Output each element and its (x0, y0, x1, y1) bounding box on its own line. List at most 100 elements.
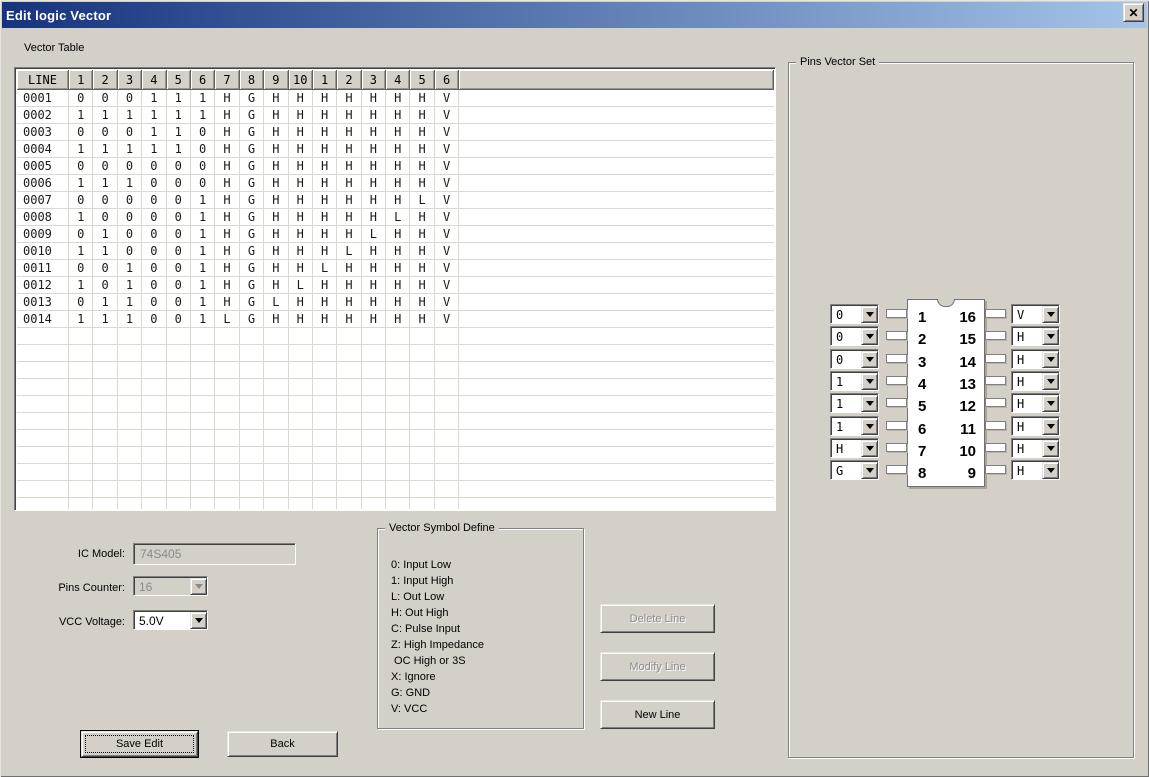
table-row[interactable]: 0012101001HGHLHHHHHV (17, 277, 774, 294)
close-button[interactable]: ✕ (1123, 3, 1144, 22)
empty-cell (337, 379, 361, 396)
table-row[interactable]: 0004111110HGHHHHHHHV (17, 141, 774, 158)
row-filler-cell (459, 209, 774, 226)
empty-cell (362, 464, 386, 481)
vector-value-cell: H (313, 209, 337, 226)
vector-value-cell: H (410, 141, 434, 158)
pin-6-select[interactable]: 1 (830, 416, 879, 436)
vector-value-cell: 0 (93, 192, 117, 209)
vector-value-cell: H (289, 311, 313, 328)
pin-5-select[interactable]: 1 (830, 393, 879, 413)
pin-14-select[interactable]: H (1011, 349, 1060, 369)
vcc-voltage-value: 5.0V (135, 612, 190, 629)
pin-12-lead (985, 398, 1006, 407)
pin-12-select[interactable]: H (1011, 393, 1060, 413)
vector-value-cell: H (386, 192, 410, 209)
pin-9-select[interactable]: H (1011, 460, 1060, 480)
table-header-cell: 9 (264, 70, 288, 90)
table-row[interactable]: 0010110001HGHHHLHHHV (17, 243, 774, 260)
vector-table-grid[interactable]: LINE12345678910123456 0001000111HGHHHHHH… (14, 67, 776, 511)
pin-8-select[interactable]: G (830, 460, 879, 480)
vcc-voltage-select[interactable]: 5.0V (133, 610, 208, 630)
chevron-down-icon[interactable] (1042, 351, 1059, 368)
pin-4-select[interactable]: 1 (830, 371, 879, 391)
table-row[interactable]: 0002111111HGHHHHHHHV (17, 107, 774, 124)
empty-cell (142, 430, 166, 447)
new-line-button[interactable]: New Line (600, 700, 715, 729)
pin-number-8: 8 (918, 464, 926, 484)
pin-11-select[interactable]: H (1011, 416, 1060, 436)
chevron-down-icon[interactable] (1042, 306, 1059, 323)
empty-cell (435, 396, 459, 413)
vector-value-cell: H (386, 260, 410, 277)
empty-cell (240, 464, 264, 481)
pin-3-select[interactable]: 0 (830, 349, 879, 369)
chevron-down-icon[interactable] (1042, 418, 1059, 435)
line-number-cell: 0002 (17, 107, 69, 124)
chevron-down-icon[interactable] (1042, 440, 1059, 457)
pin-7-select[interactable]: H (830, 438, 879, 458)
table-header-cell: 10 (289, 70, 313, 90)
table-row[interactable]: 0003000110HGHHHHHHHV (17, 124, 774, 141)
pin-2-select[interactable]: 0 (830, 326, 879, 346)
table-row[interactable]: 0007000001HGHHHHHHLV (17, 192, 774, 209)
chevron-down-icon[interactable] (861, 440, 878, 457)
table-row[interactable]: 0006111000HGHHHHHHHV (17, 175, 774, 192)
table-row[interactable]: 0013011001HGLHHHHHHV (17, 294, 774, 311)
vector-value-cell: H (386, 277, 410, 294)
chevron-down-icon[interactable] (1042, 462, 1059, 479)
pin-13-select[interactable]: H (1011, 371, 1060, 391)
pin-13-value: H (1013, 373, 1042, 390)
table-row[interactable]: 0001000111HGHHHHHHHV (17, 90, 774, 107)
table-row[interactable]: 0009010001HGHHHHLHHV (17, 226, 774, 243)
vector-value-cell: H (313, 226, 337, 243)
chevron-down-icon[interactable] (861, 395, 878, 412)
empty-cell (386, 345, 410, 362)
empty-cell (264, 464, 288, 481)
chevron-down-icon[interactable] (190, 612, 207, 629)
vector-value-cell: L (410, 192, 434, 209)
pin-1-value: 0 (832, 306, 861, 323)
symbol-define-item: L: Out Low (391, 589, 575, 605)
vector-value-cell: 0 (142, 209, 166, 226)
pin-10-select[interactable]: H (1011, 438, 1060, 458)
pin-1-select[interactable]: 0 (830, 304, 879, 324)
pin-15-select[interactable]: H (1011, 326, 1060, 346)
empty-cell (167, 379, 191, 396)
vector-value-cell: 1 (191, 90, 215, 107)
empty-cell (386, 328, 410, 345)
chevron-down-icon[interactable] (861, 328, 878, 345)
empty-cell (435, 413, 459, 430)
vector-value-cell: 1 (93, 141, 117, 158)
empty-cell (313, 396, 337, 413)
chevron-down-icon[interactable] (1042, 328, 1059, 345)
chevron-down-icon[interactable] (861, 462, 878, 479)
chevron-down-icon[interactable] (861, 373, 878, 390)
vector-value-cell: H (337, 294, 361, 311)
table-row[interactable]: 0011001001HGHHLHHHHV (17, 260, 774, 277)
chevron-down-icon[interactable] (861, 418, 878, 435)
chevron-down-icon[interactable] (1042, 395, 1059, 412)
empty-cell (118, 413, 142, 430)
save-edit-button[interactable]: Save Edit (81, 731, 198, 757)
back-label: Back (270, 738, 294, 750)
empty-cell (17, 345, 69, 362)
empty-cell (459, 481, 774, 498)
chevron-down-icon[interactable] (1042, 373, 1059, 390)
chevron-down-icon[interactable] (861, 306, 878, 323)
vector-value-cell: H (289, 141, 313, 158)
chevron-down-icon[interactable] (861, 351, 878, 368)
pin-number-2: 2 (918, 330, 926, 350)
pin-3-value: 0 (832, 351, 861, 368)
vector-value-cell: 0 (69, 260, 93, 277)
empty-cell (191, 481, 215, 498)
table-row[interactable]: 0008100001HGHHHHHLHV (17, 209, 774, 226)
empty-cell (337, 413, 361, 430)
table-row[interactable]: 0014111001LGHHHHHHHV (17, 311, 774, 328)
vector-value-cell: G (240, 226, 264, 243)
back-button[interactable]: Back (227, 731, 338, 757)
table-row[interactable]: 0005000000HGHHHHHHHV (17, 158, 774, 175)
empty-cell (118, 328, 142, 345)
empty-table-row (17, 345, 774, 362)
pin-16-select[interactable]: V (1011, 304, 1060, 324)
